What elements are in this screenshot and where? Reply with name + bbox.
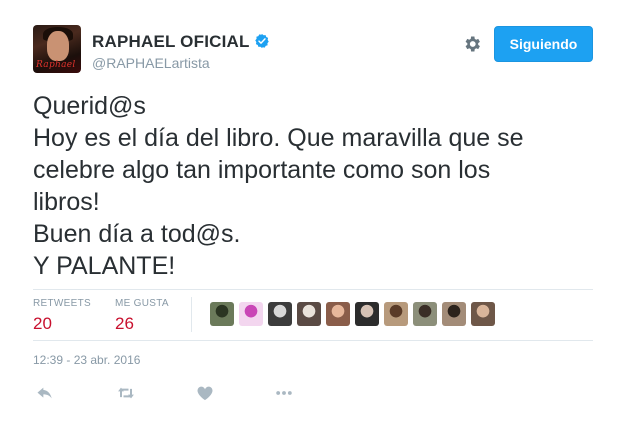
author-info: RAPHAEL OFICIAL @RAPHAELartista [92,32,270,71]
likes-count: 26 [115,314,134,333]
liker-avatar[interactable] [413,302,437,326]
likes-stat[interactable]: ME GUSTA 26 [115,298,169,334]
retweet-icon [118,387,134,399]
liker-avatar[interactable] [384,302,408,326]
tweet-text: Querid@s Hoy es el día del libro. Que ma… [33,90,603,282]
tweet-line: celebre algo tan importante como son los [33,156,491,184]
stats-divider-bottom [33,340,593,341]
likes-label: ME GUSTA [115,298,169,309]
tweet-line: Querid@s [33,92,146,120]
liker-avatar[interactable] [239,302,263,326]
author-handle[interactable]: @RAPHAELartista [92,55,270,71]
author-avatar[interactable]: Raphael [33,25,81,73]
tweet-card: Raphael RAPHAEL OFICIAL @RAPHAELartista … [0,0,624,426]
reply-button[interactable] [34,383,56,403]
liker-avatar[interactable] [326,302,350,326]
more-dots-icon [276,391,292,395]
author-display-name[interactable]: RAPHAEL OFICIAL [92,32,250,51]
retweets-label: RETWEETS [33,298,91,309]
stats-separator [191,297,192,332]
retweets-count: 20 [33,314,52,333]
verified-badge-icon [254,34,269,48]
avatar-face [47,31,69,61]
stats-divider-top [33,289,593,290]
retweets-stat[interactable]: RETWEETS 20 [33,298,91,334]
gear-icon[interactable] [462,34,482,54]
liker-avatar[interactable] [268,302,292,326]
following-button[interactable]: Siguiendo [494,26,593,62]
liker-avatar[interactable] [210,302,234,326]
tweet-line: libros! [33,188,100,216]
retweet-button[interactable] [114,383,138,403]
like-button[interactable] [194,383,216,403]
liker-avatar[interactable] [355,302,379,326]
tweet-line: Hoy es el día del libro. Que maravilla q… [33,124,524,152]
heart-icon [197,386,213,401]
liker-avatar[interactable] [471,302,495,326]
liker-avatar[interactable] [297,302,321,326]
tweet-timestamp[interactable]: 12:39 - 23 abr. 2016 [33,353,140,367]
liker-avatar[interactable] [442,302,466,326]
more-button[interactable] [273,383,295,403]
reply-icon [37,387,52,399]
avatar-signature: Raphael [36,60,76,70]
tweet-line: Buen día a tod@s. [33,220,241,248]
tweet-line: Y PALANTE! [33,252,176,280]
